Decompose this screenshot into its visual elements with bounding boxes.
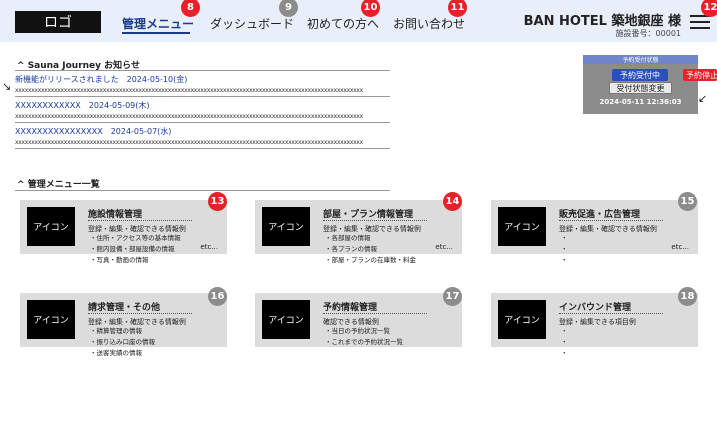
annotation-badge: 16	[208, 287, 227, 306]
arrow-icon: ↘	[2, 80, 12, 93]
list-item: ・	[561, 327, 568, 335]
divider	[559, 220, 663, 221]
hotel-name: BAN HOTEL 築地銀座 様	[523, 14, 681, 29]
menu-card-facility-info[interactable]: アイコン 施設情報管理 登録・編集・確認できる情報例 ・住所・アクセス等の基本情…	[20, 200, 227, 264]
annotation-badge: 15	[678, 192, 697, 211]
card-subtitle: 登録・編集できる項目例	[559, 318, 636, 326]
menu-list-title[interactable]: ^ 管理メニュー一覧	[17, 177, 100, 190]
list-item: ・	[561, 256, 568, 264]
card-item-list: ・ ・ ・	[561, 326, 568, 359]
card-etc: etc...	[200, 243, 218, 251]
annotation-badge: 12	[701, 0, 717, 17]
divider	[88, 313, 192, 314]
card-icon-placeholder: アイコン	[498, 207, 546, 246]
divider	[323, 313, 427, 314]
list-item: ・	[561, 349, 568, 357]
list-item: ・	[561, 245, 568, 253]
facility-number: 施設番号：00001	[615, 29, 681, 38]
card-etc: etc...	[671, 243, 689, 251]
card-title: 予約情報管理	[323, 303, 378, 313]
list-item: ・当日の予約状況一覧	[325, 327, 390, 335]
card-etc: etc...	[435, 243, 453, 251]
card-title: 請求管理・その他	[88, 303, 161, 313]
card-item-list: ・住所・アクセス等の基本情報 ・館内設備・部屋設備の情報 ・写真・動画の情報	[90, 233, 181, 266]
logo[interactable]: ロゴ	[15, 11, 101, 33]
card-item-list: ・当日の予約状況一覧 ・これまでの予約状況一覧	[325, 326, 403, 348]
menu-card-billing[interactable]: アイコン 請求管理・その他 登録・編集・確認できる情報例 ・精算管理の情報 ・振…	[20, 293, 227, 357]
list-item: ・送客実績の情報	[90, 349, 142, 357]
list-item: ・写真・動画の情報	[90, 256, 149, 264]
notice-body: xxxxxxxxxxxxxxxxxxxxxxxxxxxxxxxxxxxxxxxx…	[15, 139, 363, 146]
list-item: ・振り込み口座の情報	[90, 338, 155, 346]
annotation-badge: 18	[678, 287, 697, 306]
caret-up-icon: ^	[17, 180, 25, 190]
status-datetime: 2024-05-11 12:36:03	[599, 98, 682, 106]
nav-admin-menu[interactable]: 管理メニュー	[122, 15, 194, 32]
notice-item[interactable]: XXXXXXXXXXXX 2024-05-09(木)	[15, 100, 150, 111]
divider	[15, 96, 390, 97]
nav-dashboard[interactable]: ダッシュボード	[210, 15, 294, 32]
list-item: ・	[561, 338, 568, 346]
card-item-list: ・ ・ ・	[561, 233, 568, 266]
notice-body: xxxxxxxxxxxxxxxxxxxxxxxxxxxxxxxxxxxxxxxx…	[15, 87, 363, 94]
list-item: ・精算管理の情報	[90, 327, 142, 335]
card-icon-placeholder: アイコン	[27, 300, 75, 339]
header: ロゴ 管理メニュー 8 ダッシュボード 9 初めての方へ 10 お問い合わせ 1…	[0, 0, 717, 42]
card-title: 施設情報管理	[88, 210, 143, 220]
card-title: インバウンド管理	[559, 303, 632, 313]
nav-contact[interactable]: お問い合わせ	[393, 15, 465, 32]
list-item: ・各プランの情報	[325, 245, 377, 253]
list-item: ・住所・アクセス等の基本情報	[90, 234, 181, 242]
card-subtitle: 登録・編集・確認できる情報例	[559, 225, 657, 233]
arrow-icon: ↙	[698, 92, 708, 105]
hamburger-icon[interactable]	[690, 15, 710, 29]
notice-item[interactable]: XXXXXXXXXXXXXXXX 2024-05-07(水)	[15, 126, 171, 137]
divider	[15, 190, 390, 191]
divider	[15, 148, 390, 149]
card-icon-placeholder: アイコン	[27, 207, 75, 246]
annotation-badge: 14	[443, 192, 462, 211]
annotation-badge: 13	[208, 192, 227, 211]
annotation-badge: 17	[443, 287, 462, 306]
card-title: 部屋・プラン情報管理	[323, 210, 414, 220]
nav-getting-started[interactable]: 初めての方へ	[307, 15, 379, 32]
notice-body: xxxxxxxxxxxxxxxxxxxxxxxxxxxxxxxxxxxxxxxx…	[15, 113, 363, 120]
card-item-list: ・精算管理の情報 ・振り込み口座の情報 ・送客実績の情報	[90, 326, 155, 359]
notice-item[interactable]: 新機能がリリースされました 2024-05-10(金)	[15, 74, 187, 85]
status-panel-title: 予約受付状態	[583, 55, 698, 64]
status-open-badge[interactable]: 予約受付中	[612, 69, 668, 81]
list-item: ・これまでの予約状況一覧	[325, 338, 403, 346]
divider	[559, 313, 663, 314]
list-item: ・	[561, 234, 568, 242]
menu-card-inbound[interactable]: アイコン インバウンド管理 登録・編集できる項目例 ・ ・ ・	[491, 293, 698, 357]
annotation-badge: 9	[279, 0, 298, 17]
divider	[15, 122, 390, 123]
reservation-status-panel: 予約受付状態 予約受付中 受付状態変更 2024-05-11 12:36:03	[583, 55, 698, 114]
divider	[323, 220, 427, 221]
annotation-badge: 8	[181, 0, 200, 17]
list-item: ・館内設備・部屋設備の情報	[90, 245, 175, 253]
card-icon-placeholder: アイコン	[262, 207, 310, 246]
status-stopped-badge[interactable]: 予約停止	[683, 69, 717, 81]
change-status-button[interactable]: 受付状態変更	[609, 82, 672, 94]
list-item: ・部屋・プランの在庫数・料金	[325, 256, 416, 264]
divider	[15, 70, 390, 71]
card-title: 販売促進・広告管理	[559, 210, 641, 220]
nav-active-underline	[122, 32, 190, 34]
menu-card-room-plan[interactable]: アイコン 部屋・プラン情報管理 登録・編集・確認できる情報例 ・各部屋の情報 ・…	[255, 200, 462, 264]
card-item-list: ・各部屋の情報 ・各プランの情報 ・部屋・プランの在庫数・料金	[325, 233, 416, 266]
list-item: ・各部屋の情報	[325, 234, 371, 242]
card-icon-placeholder: アイコン	[498, 300, 546, 339]
card-icon-placeholder: アイコン	[262, 300, 310, 339]
menu-card-reservation[interactable]: アイコン 予約情報管理 確認できる情報例 ・当日の予約状況一覧 ・これまでの予約…	[255, 293, 462, 347]
divider	[88, 220, 192, 221]
menu-card-promotion[interactable]: アイコン 販売促進・広告管理 登録・編集・確認できる情報例 ・ ・ ・ etc.…	[491, 200, 698, 264]
